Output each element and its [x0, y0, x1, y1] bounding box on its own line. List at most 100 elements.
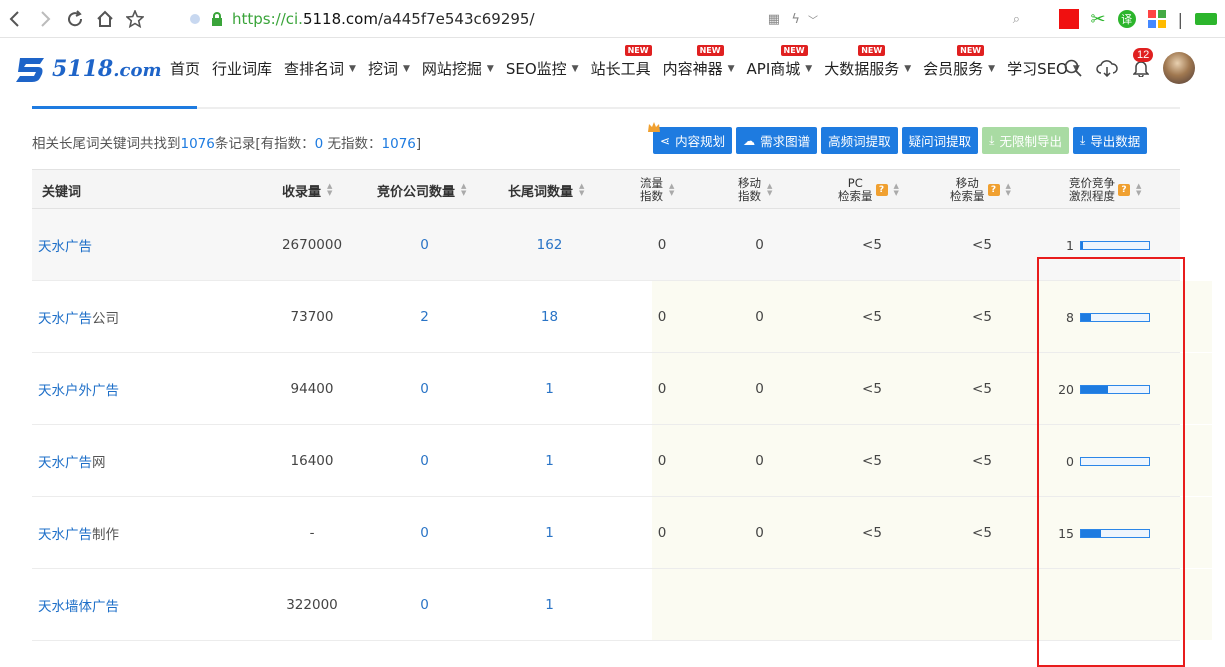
competition-bar-fill	[1081, 313, 1091, 321]
nav-item[interactable]: 会员服务 ▼ NEW	[923, 45, 995, 79]
keyword-cell[interactable]: 天水广告 制作	[38, 497, 119, 569]
col-bid-competition[interactable]: 竞价竞争 激烈程度? ▲ ▼	[1069, 170, 1141, 210]
keyword-cell[interactable]: 天水广告 公司	[38, 281, 119, 353]
avatar[interactable]	[1163, 52, 1195, 84]
cell-value[interactable]: 1	[545, 597, 554, 613]
cell-value[interactable]: 18	[541, 309, 558, 325]
keyword-link[interactable]: 天水墙体广告	[38, 595, 119, 615]
col-mobile-search[interactable]: 移动 检索量? ▲ ▼	[950, 170, 1011, 210]
cell-value[interactable]: 0	[420, 525, 429, 541]
cell-longtail[interactable]: 1	[487, 497, 612, 569]
keyword-cell[interactable]: 天水广告网	[38, 425, 106, 497]
red-square-extension-icon[interactable]	[1058, 9, 1079, 29]
nav-item[interactable]: 内容神器 ▼ NEW	[663, 45, 735, 79]
address-bar[interactable]: https://ci.5118.com/a445f7e543c69295/ ▦ …	[190, 5, 1050, 33]
notification-bell-icon[interactable]: 12	[1129, 48, 1154, 80]
content-plan-button[interactable]: ⋖ 内容规划	[648, 122, 733, 154]
translate-icon[interactable]: 译	[1117, 10, 1136, 28]
nav-item[interactable]: 查排名词 ▼	[284, 58, 356, 79]
help-icon[interactable]: ?	[987, 184, 1000, 196]
lightning-icon[interactable]: ϟ	[791, 12, 800, 27]
battery-icon[interactable]	[1195, 13, 1217, 25]
nav-item[interactable]: API商城 ▼ NEW	[747, 45, 812, 79]
nav-item[interactable]: 挖词 ▼	[368, 58, 410, 79]
cloud-download-icon[interactable]	[1095, 56, 1119, 80]
bookmark-star-icon[interactable]	[120, 4, 150, 34]
demand-map-button[interactable]: ☁ 需求图谱	[736, 127, 818, 154]
cell-value[interactable]: 0	[420, 237, 429, 253]
question-words-button[interactable]: 疑问词提取	[901, 127, 979, 154]
back-icon[interactable]	[0, 4, 30, 34]
cell-value[interactable]: 1	[545, 453, 554, 469]
col-traffic-index[interactable]: 流量 指数 ▲ ▼	[640, 170, 674, 210]
cell-value[interactable]: 2	[420, 309, 429, 325]
sort-icon[interactable]: ▲ ▼	[669, 183, 674, 197]
nav-item[interactable]: 站长工具 NEW	[591, 45, 652, 79]
cell-traffic: 0	[612, 425, 712, 497]
sort-icon[interactable]: ▲ ▼	[579, 183, 584, 197]
cell-value: <5	[972, 309, 992, 325]
cell-value[interactable]: 162	[537, 237, 563, 253]
col-bid-companies[interactable]: 竞价公司数量 ▲ ▼	[377, 170, 466, 210]
scissors-icon[interactable]: ✂	[1091, 9, 1106, 30]
page-info-icon[interactable]	[190, 14, 200, 24]
cell-bid[interactable]: 2	[372, 281, 477, 353]
cell-value[interactable]: 1	[545, 525, 554, 541]
sort-icon[interactable]: ▲ ▼	[1006, 183, 1011, 197]
help-icon[interactable]: ?	[875, 184, 888, 196]
qr-icon[interactable]: ▦	[768, 12, 780, 27]
cell-bid[interactable]: 0	[372, 497, 477, 569]
nav-item[interactable]: 首页	[170, 58, 200, 79]
cell-bid[interactable]: 0	[372, 209, 477, 281]
keyword-link[interactable]: 天水广告	[38, 235, 92, 255]
col-mobile-index[interactable]: 移动 指数 ▲ ▼	[738, 170, 772, 210]
keyword-link[interactable]: 天水广告	[38, 523, 92, 543]
sort-icon[interactable]: ▲ ▼	[327, 183, 332, 197]
site-logo[interactable]: 5118.com	[14, 54, 162, 84]
keyword-cell[interactable]: 天水墙体广告	[38, 569, 119, 641]
forward-icon[interactable]	[30, 4, 60, 34]
cell-longtail[interactable]: 1	[487, 569, 612, 641]
cell-value[interactable]: 0	[420, 597, 429, 613]
col-indexed[interactable]: 收录量 ▲ ▼	[282, 170, 332, 210]
col-pc-search[interactable]: PC 检索量? ▲ ▼	[838, 170, 899, 210]
keyword-cell[interactable]: 天水广告	[38, 209, 92, 281]
cell-indexed: 2670000	[252, 209, 372, 281]
keyword-link[interactable]: 天水广告	[38, 451, 92, 471]
home-icon[interactable]	[90, 4, 120, 34]
export-data-button[interactable]: ⤓ 导出数据	[1072, 127, 1148, 154]
search-icon[interactable]: ⌕	[1013, 12, 1020, 27]
cell-bid[interactable]: 0	[372, 353, 477, 425]
nav-item[interactable]: 大数据服务 ▼ NEW	[824, 45, 911, 79]
menu-icon[interactable]: |	[1178, 10, 1183, 29]
cell-longtail[interactable]: 18	[487, 281, 612, 353]
cell-longtail[interactable]: 1	[487, 425, 612, 497]
high-freq-button[interactable]: 高频词提取	[821, 127, 898, 154]
apps-grid-icon[interactable]	[1147, 10, 1166, 28]
cell-value[interactable]: 0	[420, 381, 429, 397]
search-icon[interactable]	[1061, 56, 1085, 80]
keyword-cell[interactable]: 天水户外广告	[38, 353, 119, 425]
keyword-link[interactable]: 天水广告	[38, 307, 92, 327]
cell-bid[interactable]: 0	[372, 569, 477, 641]
col-longtail[interactable]: 长尾词数量 ▲ ▼	[508, 170, 584, 210]
nav-item[interactable]: SEO监控 ▼	[506, 58, 579, 79]
chevron-down-icon[interactable]: ﹀	[808, 12, 818, 27]
help-icon[interactable]: ?	[1118, 184, 1130, 196]
nav-item[interactable]: 网站挖掘 ▼	[422, 58, 494, 79]
col-keyword[interactable]: 关键词	[42, 170, 81, 210]
cell-value[interactable]: 0	[420, 453, 429, 469]
sort-icon[interactable]: ▲ ▼	[1136, 183, 1141, 197]
nav-item[interactable]: 行业词库	[212, 58, 272, 79]
cell-value[interactable]: 1	[545, 381, 554, 397]
cell-bid[interactable]: 0	[372, 425, 477, 497]
cell-pc: <5	[822, 425, 922, 497]
sort-icon[interactable]: ▲ ▼	[461, 183, 466, 197]
cell-longtail[interactable]: 162	[487, 209, 612, 281]
cell-longtail[interactable]: 1	[487, 353, 612, 425]
keyword-link[interactable]: 天水户外广告	[38, 379, 119, 399]
unlimited-export-button[interactable]: ⤓ 无限制导出	[982, 127, 1069, 154]
reload-icon[interactable]	[60, 4, 90, 34]
sort-icon[interactable]: ▲ ▼	[894, 183, 899, 197]
sort-icon[interactable]: ▲ ▼	[767, 183, 772, 197]
